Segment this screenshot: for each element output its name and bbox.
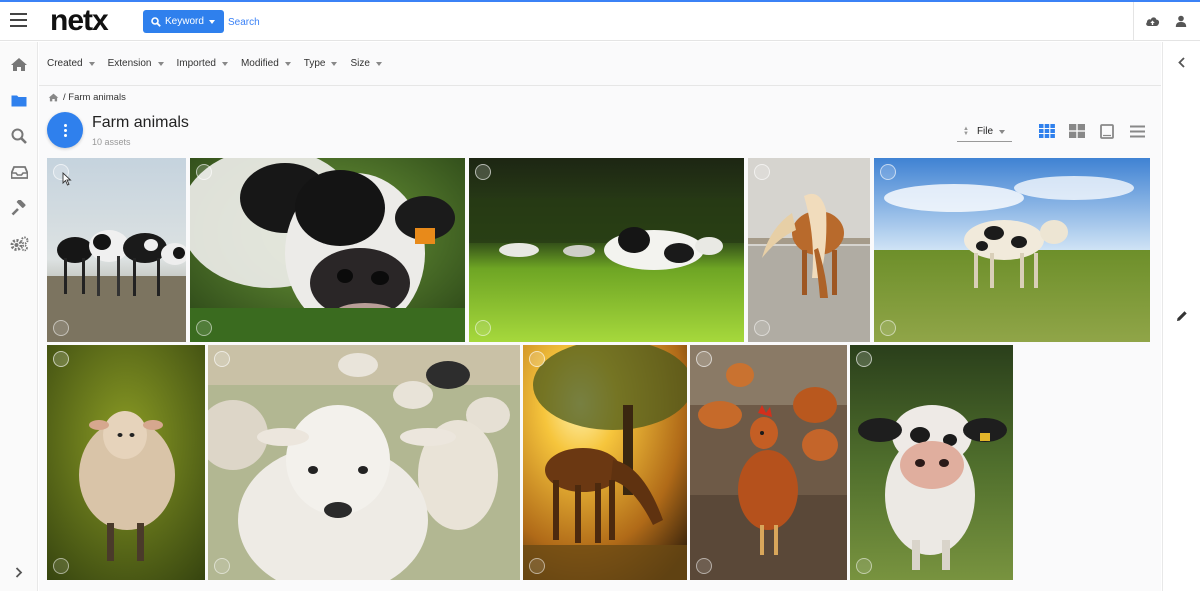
asset-tile-curious-cow[interactable] [850, 345, 1013, 580]
mouse-pointer [62, 172, 72, 186]
filter-extension[interactable]: Extension [108, 58, 164, 69]
asset-tile-sheep-field[interactable] [47, 345, 205, 580]
list-icon [1129, 125, 1145, 137]
select-checkbox[interactable] [856, 351, 872, 367]
pencil-icon[interactable] [1172, 306, 1192, 326]
folder-actions-button[interactable] [47, 112, 83, 148]
tablet-icon [1100, 123, 1114, 139]
quick-action-button[interactable] [856, 558, 872, 574]
home-icon[interactable] [48, 93, 59, 102]
cloud-upload-icon[interactable] [1145, 14, 1160, 32]
search-icon [151, 16, 161, 27]
menu-icon[interactable] [10, 13, 27, 27]
asset-tile-horse-sunset[interactable] [523, 345, 687, 580]
sort-arrows-icon: ▲ ▼ [963, 125, 969, 137]
quick-action-button[interactable] [53, 558, 69, 574]
chevron-down-icon [375, 61, 382, 66]
view-grid-large-button[interactable] [1068, 123, 1086, 139]
chevron-left-icon[interactable] [1172, 52, 1192, 72]
asset-tile-cow-closeup[interactable] [190, 158, 465, 342]
header-divider [1133, 2, 1134, 41]
sort-label: File [976, 126, 994, 137]
filter-bar: Created Extension Imported Modified Type… [39, 42, 1161, 86]
asset-thumbnail [208, 345, 520, 580]
filter-size[interactable]: Size [350, 58, 382, 69]
quick-action-button[interactable] [754, 320, 770, 336]
chevron-down-icon [208, 19, 215, 24]
quick-action-button[interactable] [880, 320, 896, 336]
search-input[interactable] [228, 12, 628, 32]
gears-icon[interactable] [9, 234, 29, 254]
grid-large-icon [1069, 124, 1085, 138]
asset-thumbnail [874, 158, 1150, 342]
asset-thumbnail [850, 345, 1013, 580]
select-checkbox[interactable] [196, 164, 212, 180]
page-title: Farm animals [92, 114, 189, 131]
asset-thumbnail [469, 158, 744, 342]
breadcrumb-separator: / [63, 92, 66, 103]
chevron-down-icon [88, 61, 95, 66]
app-logo[interactable]: netx [50, 4, 109, 38]
filter-label: Imported [176, 58, 216, 69]
filter-label: Extension [107, 58, 152, 69]
quick-action-button[interactable] [475, 320, 491, 336]
grid-icon [1039, 124, 1055, 138]
app-header: netx Keyword [0, 2, 1200, 41]
chevron-down-icon [331, 61, 338, 66]
chevron-right-icon[interactable] [9, 562, 29, 582]
asset-tile-hens[interactable] [690, 345, 847, 580]
sort-select[interactable]: ▲ ▼ File [957, 122, 1012, 142]
view-grid-small-button[interactable] [1038, 123, 1056, 139]
quick-action-button[interactable] [696, 558, 712, 574]
home-icon[interactable] [9, 54, 29, 74]
chevron-down-icon [999, 129, 1006, 134]
user-icon[interactable] [1175, 14, 1187, 32]
asset-tile-cows-resting[interactable] [469, 158, 744, 342]
quick-action-button[interactable] [529, 558, 545, 574]
select-checkbox[interactable] [214, 351, 230, 367]
view-single-button[interactable] [1098, 123, 1116, 139]
left-navigation [0, 42, 38, 591]
select-checkbox[interactable] [53, 351, 69, 367]
select-checkbox[interactable] [880, 164, 896, 180]
filter-modified[interactable]: Modified [241, 58, 291, 69]
asset-count: 10 assets [92, 137, 131, 147]
filter-label: Type [303, 58, 326, 69]
asset-thumbnail [690, 345, 847, 580]
asset-tile-lamb-closeup[interactable] [208, 345, 520, 580]
quick-action-button[interactable] [214, 558, 230, 574]
view-list-button[interactable] [1128, 123, 1146, 139]
filter-imported[interactable]: Imported [177, 58, 228, 69]
select-checkbox[interactable] [696, 351, 712, 367]
asset-thumbnail [748, 158, 870, 342]
quick-action-button[interactable] [196, 320, 212, 336]
quick-action-button[interactable] [53, 320, 69, 336]
breadcrumb: / Farm animals [48, 92, 126, 103]
asset-thumbnail [190, 158, 465, 342]
select-checkbox[interactable] [475, 164, 491, 180]
chevron-down-icon [284, 61, 291, 66]
asset-tile-cow-pasture[interactable] [874, 158, 1150, 342]
select-checkbox[interactable] [754, 164, 770, 180]
inbox-icon[interactable] [9, 162, 29, 182]
asset-tile-pony-grazing[interactable] [748, 158, 870, 342]
filter-created[interactable]: Created [47, 58, 95, 69]
asset-thumbnail [47, 345, 205, 580]
chevron-down-icon [221, 61, 228, 66]
hammer-icon[interactable] [9, 198, 29, 218]
keyword-search-mode-button[interactable]: Keyword [143, 10, 224, 33]
right-detail-panel [1162, 42, 1200, 591]
filter-type[interactable]: Type [304, 58, 338, 69]
filter-label: Size [350, 58, 370, 69]
select-checkbox[interactable] [529, 351, 545, 367]
chevron-down-icon [157, 61, 164, 66]
breadcrumb-current[interactable]: Farm animals [68, 92, 126, 103]
folder-icon[interactable] [9, 90, 29, 110]
filter-label: Created [47, 58, 83, 69]
search-icon[interactable] [9, 126, 29, 146]
asset-thumbnail [523, 345, 687, 580]
keyword-mode-label: Keyword [165, 16, 204, 27]
filter-label: Modified [240, 58, 279, 69]
